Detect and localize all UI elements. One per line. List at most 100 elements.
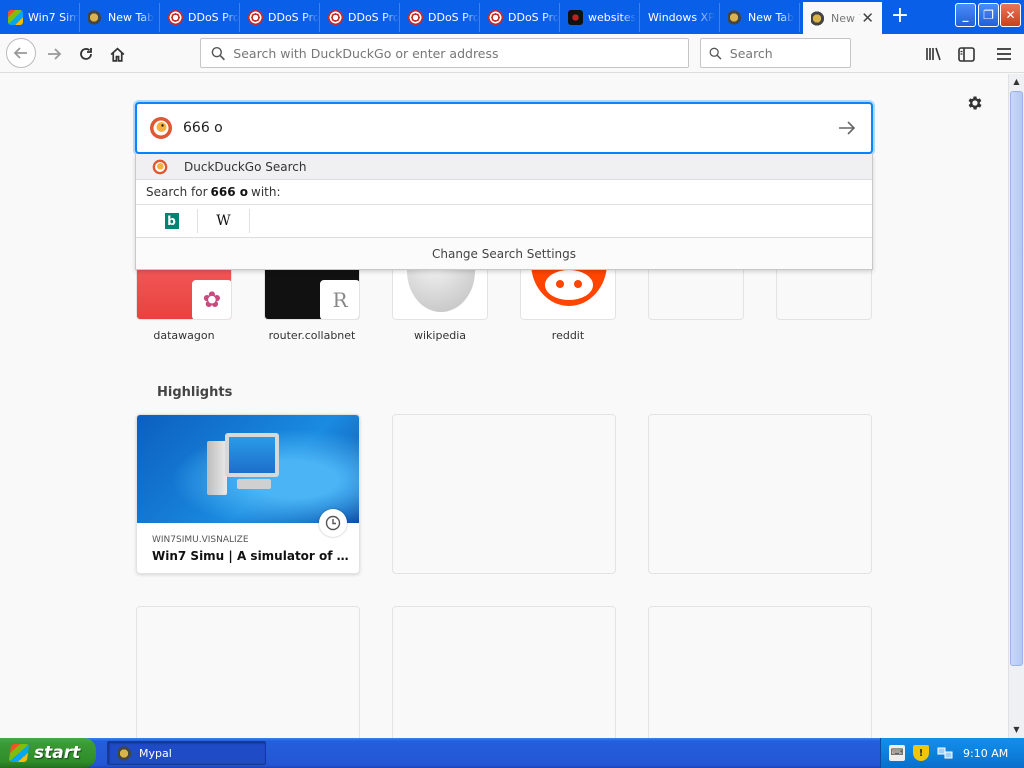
tab-new-tab-2[interactable]: New Tab xyxy=(720,3,800,32)
engine-bing-button[interactable]: b xyxy=(146,209,198,233)
customize-button[interactable] xyxy=(966,94,988,116)
ddos-icon xyxy=(408,10,423,25)
network-icon[interactable] xyxy=(937,745,953,761)
ddos-icon xyxy=(488,10,503,25)
windows-flag-icon xyxy=(8,744,30,762)
search-icon xyxy=(211,46,225,60)
change-search-settings-button[interactable]: Change Search Settings xyxy=(136,238,872,269)
search-input[interactable] xyxy=(729,45,850,61)
top-site-label: router.collabnet xyxy=(268,329,356,342)
tab-websites[interactable]: websites xyxy=(560,3,640,32)
highlight-host: WIN7SIMU.VISNALIZE xyxy=(152,535,249,545)
bird-icon xyxy=(728,10,743,25)
newtab-search-box[interactable] xyxy=(135,102,873,154)
empty-highlight-card xyxy=(392,414,616,574)
empty-highlight-card xyxy=(648,606,872,738)
top-site-label: reddit xyxy=(551,329,585,342)
menu-button[interactable] xyxy=(990,40,1018,68)
tab-ddos-4[interactable]: DDoS Protection xyxy=(400,3,480,32)
top-site-wikipedia[interactable]: wikipedia xyxy=(392,260,488,342)
top-site-reddit[interactable]: reddit xyxy=(520,260,616,342)
search-term: 666 o xyxy=(210,185,249,199)
highlight-title: Win7 Simu | A simulator of Wind... xyxy=(152,549,352,563)
scroll-thumb[interactable] xyxy=(1010,91,1023,666)
taskbar-item-label: Mypal xyxy=(139,746,172,760)
tab-new-tab-active[interactable]: New Tab ✕ xyxy=(803,2,882,34)
scroll-up-arrow-icon[interactable]: ▲ xyxy=(1009,74,1024,90)
empty-highlight-card xyxy=(136,606,360,738)
tab-ddos-5[interactable]: DDoS Protection xyxy=(480,3,560,32)
engine-wikipedia-button[interactable]: W xyxy=(198,209,250,233)
ddos-icon xyxy=(248,10,263,25)
tab-ddos-1[interactable]: DDoS Protection xyxy=(160,3,240,32)
forward-button[interactable] xyxy=(40,40,68,68)
tab-ddos-2[interactable]: DDoS Protection xyxy=(240,3,320,32)
bird-icon xyxy=(118,745,133,761)
close-window-button[interactable]: ✕ xyxy=(1000,3,1021,27)
tab-windows-xp[interactable]: Windows XP xyxy=(640,3,720,32)
duckduckgo-icon xyxy=(152,159,168,174)
search-icon xyxy=(709,47,722,60)
bird-icon xyxy=(88,10,103,25)
start-button[interactable]: start xyxy=(0,738,96,768)
reload-button[interactable] xyxy=(72,40,100,68)
top-site-router-collabnet[interactable]: R router.collabnet xyxy=(264,260,360,342)
reload-icon xyxy=(80,48,92,60)
empty-highlight-card xyxy=(392,606,616,738)
library-button[interactable] xyxy=(920,40,948,68)
newtab-search-input[interactable] xyxy=(183,120,803,136)
clock: 9:10 AM xyxy=(963,746,1009,760)
back-button[interactable] xyxy=(6,38,36,68)
home-icon xyxy=(110,47,124,62)
tab-win7-simu[interactable]: Win7 Simu xyxy=(0,3,80,32)
keyboard-icon[interactable]: ⌨ xyxy=(889,745,905,761)
search-submit-button[interactable] xyxy=(837,118,857,138)
suggestion-duckduckgo[interactable]: DuckDuckGo Search xyxy=(136,154,872,180)
website-icon xyxy=(568,10,583,25)
arrow-right-icon xyxy=(839,121,856,135)
top-site-label: wikipedia xyxy=(413,329,466,342)
tab-new-tab[interactable]: New Tab xyxy=(80,3,160,32)
security-shield-icon[interactable]: ! xyxy=(913,745,929,761)
sidebar-icon xyxy=(957,46,975,62)
new-tab-button[interactable]: + xyxy=(886,4,914,30)
highlights-heading: Highlights xyxy=(157,385,233,400)
scroll-down-arrow-icon[interactable]: ▼ xyxy=(1009,722,1024,738)
highlight-thumbnail xyxy=(137,415,359,523)
datawagon-logo-icon: ✿ xyxy=(192,280,231,319)
taskbar-item-mypal[interactable]: Mypal xyxy=(107,741,266,765)
taskbar: start Mypal ⌨ ! 9:10 AM xyxy=(0,738,1024,768)
bird-icon xyxy=(811,10,826,26)
search-bar[interactable] xyxy=(700,38,851,68)
one-off-engines: b W xyxy=(136,205,872,238)
ddos-icon xyxy=(168,10,183,25)
new-tab-page: DuckDuckGo Search Search for 666 o with:… xyxy=(0,74,1008,738)
minimize-button[interactable]: _ xyxy=(955,3,976,27)
url-bar[interactable] xyxy=(200,38,689,68)
router-letter-icon: R xyxy=(320,280,359,319)
arrow-left-icon xyxy=(13,47,27,59)
bing-icon: b xyxy=(164,213,179,229)
hamburger-menu-icon xyxy=(997,48,1011,60)
monitor-icon xyxy=(225,433,279,477)
top-site-datawagon[interactable]: ✿ datawagon xyxy=(136,260,232,342)
search-for-label: Search for 666 o with: xyxy=(136,180,872,205)
start-label: start xyxy=(34,743,81,763)
system-tray: ⌨ ! 9:10 AM xyxy=(880,738,1024,768)
maximize-button[interactable]: ❐ xyxy=(978,3,999,27)
sidebar-toggle-button[interactable] xyxy=(952,40,980,68)
highlight-card[interactable]: WIN7SIMU.VISNALIZE Win7 Simu | A simulat… xyxy=(136,414,360,574)
arrow-right-icon xyxy=(48,48,62,60)
reddit-face-icon xyxy=(545,270,593,300)
suggestion-engine-label: DuckDuckGo Search xyxy=(184,159,307,174)
top-site-label: datawagon xyxy=(153,329,215,342)
duckduckgo-icon xyxy=(150,117,172,139)
tab-ddos-3[interactable]: DDoS Protection xyxy=(320,3,400,32)
wikipedia-icon: W xyxy=(216,213,231,229)
home-button[interactable] xyxy=(103,40,131,68)
tab-strip: Win7 Simu New Tab DDoS Protection DDoS P… xyxy=(0,0,1024,34)
vertical-scrollbar[interactable]: ▲ ▼ xyxy=(1008,74,1024,738)
url-input[interactable] xyxy=(233,45,688,61)
close-tab-icon[interactable]: ✕ xyxy=(861,9,874,27)
navigation-toolbar xyxy=(0,34,1024,73)
